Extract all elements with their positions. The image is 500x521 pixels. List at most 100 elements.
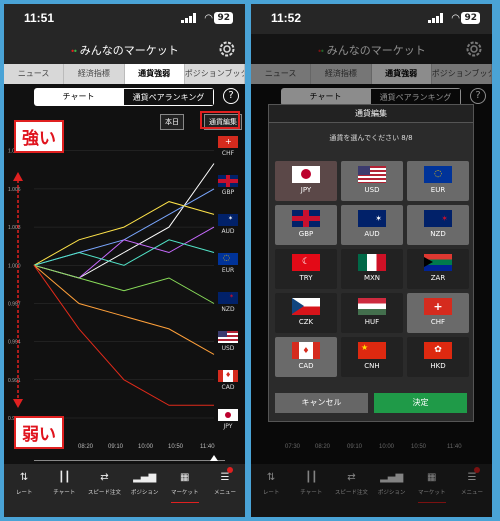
currency-option-gbp[interactable]: GBP — [275, 205, 337, 245]
strong-callout: 強い — [14, 120, 64, 153]
currency-option-nzd[interactable]: ✶ NZD — [407, 205, 469, 245]
nav-position[interactable]: ▂▄▆ ポジション — [125, 464, 165, 517]
usd-flag-icon — [218, 331, 238, 343]
currency-option-chf[interactable]: + CHF — [407, 293, 469, 333]
currency-option-try[interactable]: ☾ TRY — [275, 249, 337, 289]
nav-chart[interactable]: ┃┃ チャート — [44, 464, 84, 517]
mxn-flag-icon — [358, 254, 386, 271]
modal-title: 通貨編集 — [269, 105, 473, 123]
eur-flag-icon: ◌ — [424, 166, 452, 183]
nzd-flag-icon: ✶ — [424, 210, 452, 227]
currency-option-cad[interactable]: ♦ CAD — [275, 337, 337, 377]
legend-usd: USD — [221, 345, 235, 352]
hkd-flag-icon: ✿ — [424, 342, 452, 359]
weak-callout: 弱い — [14, 416, 64, 449]
status-bar: 11:51 ◠ 92 — [4, 4, 245, 34]
nav-speed-order[interactable]: ⇄ スピード注文 — [84, 464, 124, 517]
battery-badge: 92 — [214, 12, 233, 24]
tab-position-book[interactable]: ポジションブック — [185, 64, 245, 84]
zar-flag-icon — [424, 254, 452, 271]
series-line-chf — [33, 163, 215, 279]
logo-dots-icon: •• — [70, 47, 77, 56]
left-phone: 11:51 ◠ 92 •• みんなのマーケット ニュース 経済指標 通貨強弱 ポジ… — [4, 4, 245, 517]
nzd-flag-icon: ✶ — [218, 292, 238, 304]
modal-actions: キャンセル 決定 — [275, 393, 467, 413]
currency-option-cnh[interactable]: ★ CNH — [341, 337, 403, 377]
battery-badge: 92 — [461, 12, 480, 24]
bar-chart-icon: ▂▄▆ — [133, 472, 157, 483]
candlestick-icon: ┃┃ — [58, 472, 71, 483]
gbp-flag-icon — [218, 175, 238, 187]
nav-rate[interactable]: ⇅ レート — [4, 464, 44, 517]
time-slider-track[interactable] — [34, 460, 225, 461]
x-label: 11:40 — [200, 444, 215, 450]
legend-eur: EUR — [221, 267, 235, 274]
series-line-aud — [33, 201, 215, 266]
app-title: •• みんなのマーケット — [70, 44, 179, 57]
tab-economic-indicators[interactable]: 経済指標 — [64, 64, 125, 84]
nav-market[interactable]: ▦ マーケット — [165, 464, 205, 517]
nav-menu[interactable]: ☰ メニュー — [205, 464, 245, 517]
chart-panel: チャート 通貨ペアランキング ? 本日 通貨編集 1.0091.0061.003… — [4, 84, 245, 464]
strength-line-chart: 1.0091.0061.0031.0000.9970.9940.9910.988 — [8, 149, 215, 422]
cad-flag-icon: ♦ — [218, 370, 238, 382]
status-time: 11:51 — [24, 11, 55, 25]
currency-option-hkd[interactable]: ✿ HKD — [407, 337, 469, 377]
currency-option-jpy[interactable]: JPY — [275, 161, 337, 201]
view-segment: チャート 通貨ペアランキング — [34, 88, 214, 106]
help-button[interactable]: ? — [223, 88, 239, 104]
wifi-icon: ◠ — [451, 13, 460, 24]
currency-grid: JPY USD ◌ EUR GBP ✶ AUD ✶ NZD ☾ TRY MXN ZAR … — [275, 161, 469, 377]
chf-flag-icon: + — [218, 136, 238, 148]
tab-news[interactable]: ニュース — [4, 64, 65, 84]
modal-subtitle: 通貨を選んでください 8/8 — [329, 134, 413, 142]
notification-dot — [227, 467, 234, 473]
currency-option-eur[interactable]: ◌ EUR — [407, 161, 469, 201]
right-phone: 11:52 ◠ 92 •• みんなのマーケット ニュース 経済指標 通貨強弱 ポジ… — [251, 4, 492, 517]
rate-icon: ⇅ — [19, 472, 29, 483]
series-line-cad — [33, 264, 215, 355]
currency-option-usd[interactable]: USD — [341, 161, 403, 201]
status-time: 11:52 — [271, 11, 302, 25]
strength-arrow-icon — [13, 172, 23, 408]
legend-cad: CAD — [221, 384, 235, 391]
segment-ranking[interactable]: 通貨ペアランキング — [123, 88, 214, 106]
series-line-usd — [33, 264, 215, 304]
segment-chart[interactable]: チャート — [34, 88, 123, 106]
currency-option-czk[interactable]: CZK — [275, 293, 337, 333]
eur-flag-icon: ◌ — [218, 253, 238, 265]
currency-legend: + CHF GBP ✶ AUD ◌ EUR ✶ NZD USD ♦ CAD JP… — [217, 136, 239, 448]
aud-flag-icon: ✶ — [218, 214, 238, 226]
currency-option-huf[interactable]: HUF — [341, 293, 403, 333]
currency-option-mxn[interactable]: MXN — [341, 249, 403, 289]
top-tabs: ニュース 経済指標 通貨強弱 ポジションブック — [4, 64, 245, 84]
gear-icon[interactable] — [217, 39, 237, 59]
currency-edit-modal: 通貨編集 通貨を選んでください 8/8 JPY USD ◌ EUR GBP ✶ AU… — [268, 104, 474, 422]
signal-icon — [428, 13, 443, 23]
tab-currency-strength[interactable]: 通貨強弱 — [124, 64, 185, 84]
legend-chf: CHF — [221, 150, 235, 157]
x-label: 10:50 — [168, 444, 184, 450]
highlight-edit-button — [200, 111, 240, 129]
x-label: 08:20 — [78, 444, 94, 450]
status-bar: 11:52 ◠ 92 — [251, 4, 492, 34]
try-flag-icon: ☾ — [292, 254, 320, 271]
aud-flag-icon: ✶ — [358, 210, 386, 227]
legend-gbp: GBP — [221, 189, 235, 196]
signal-icon — [181, 13, 196, 23]
jpy-flag-icon — [218, 409, 238, 421]
market-icon: ▦ — [180, 472, 190, 483]
speed-order-icon: ⇄ — [100, 472, 109, 483]
huf-flag-icon — [358, 298, 386, 315]
chf-flag-icon: + — [424, 298, 452, 315]
legend-nzd: NZD — [221, 306, 235, 313]
currency-option-aud[interactable]: ✶ AUD — [341, 205, 403, 245]
cad-flag-icon: ♦ — [292, 342, 320, 359]
confirm-button[interactable]: 決定 — [374, 393, 467, 413]
bottom-nav: ⇅ レート ┃┃ チャート ⇄ スピード注文 ▂▄▆ ポジション ▦ マーケット ☰ メニュ… — [4, 464, 245, 517]
currency-option-zar[interactable]: ZAR — [407, 249, 469, 289]
jpy-flag-icon — [292, 166, 320, 183]
menu-icon: ☰ — [220, 472, 230, 483]
time-slider-handle[interactable] — [210, 455, 218, 461]
cancel-button[interactable]: キャンセル — [275, 393, 368, 413]
